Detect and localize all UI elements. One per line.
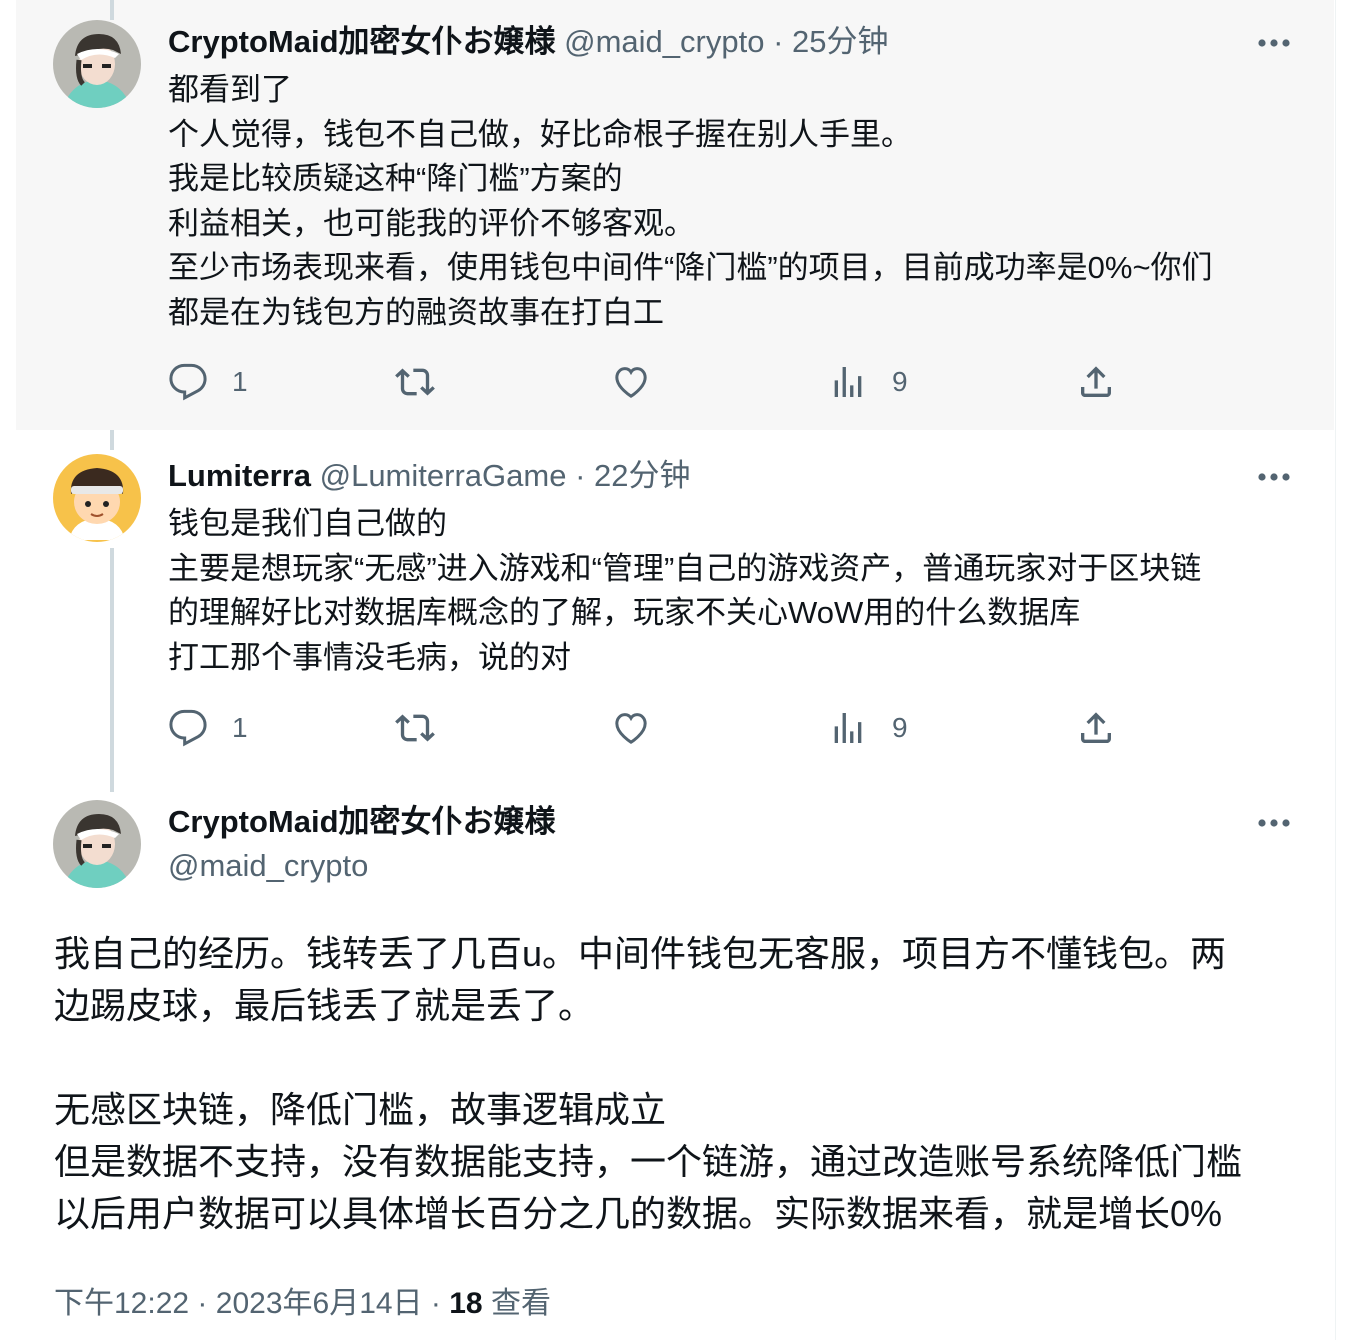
text-line: 边踢皮球，最后钱丢了就是丢了。: [54, 985, 595, 1026]
tweet-header: CryptoMaid加密女仆お嬢様 @maid_crypto · 25分钟: [168, 20, 889, 64]
handle[interactable]: @LumiterraGame: [320, 458, 567, 493]
more-icon[interactable]: [1252, 455, 1296, 499]
reply-button[interactable]: 1: [168, 703, 248, 753]
like-icon: [615, 367, 647, 398]
share-icon: [1081, 712, 1111, 743]
main-tweet-text: 我自己的经历。钱转丢了几百u。中间件钱包无客服，项目方不懂钱包。两 边踢皮球，最…: [54, 928, 1242, 1240]
tweet-meta: 下午12:22 · 2023年6月14日 · 18 查看: [54, 1284, 551, 1324]
share-button[interactable]: [1076, 703, 1116, 753]
views-button[interactable]: 9: [828, 703, 908, 753]
like-button[interactable]: [611, 703, 651, 753]
like-button[interactable]: [611, 357, 651, 407]
views-count: 18: [449, 1287, 483, 1320]
separator: ·: [773, 24, 784, 59]
reply-count: 1: [232, 366, 248, 397]
more-icon[interactable]: [1252, 21, 1296, 65]
reply-tweet-2[interactable]: Lumiterra @LumiterraGame · 22分钟 钱包是我们自己做…: [16, 430, 1334, 792]
text-line: 我自己的经历。钱转丢了几百u。中间件钱包无客服，项目方不懂钱包。两: [54, 933, 1227, 974]
text-line: 个人觉得，钱包不自己做，好比命根子握在别人手里。: [168, 116, 912, 152]
post-date[interactable]: 2023年6月14日: [216, 1287, 423, 1320]
separator: ·: [197, 1287, 208, 1320]
display-name[interactable]: CryptoMaid加密女仆お嬢様: [168, 24, 556, 59]
text-line: 打工那个事情没毛病，说的对: [168, 639, 571, 675]
views-count: 9: [892, 712, 908, 743]
text-line: 的理解好比对数据库概念的了解，玩家不关心WoW用的什么数据库: [168, 595, 1081, 630]
text-line: 至少市场表现来看，使用钱包中间件“降门槛”的项目，目前成功率是0%~你们: [168, 250, 1213, 285]
handle[interactable]: @maid_crypto: [564, 24, 764, 59]
separator: ·: [575, 458, 586, 493]
text-line: [54, 1032, 1242, 1084]
text-line: 无感区块链，降低门槛，故事逻辑成立: [54, 1089, 667, 1130]
timestamp[interactable]: 22分钟: [594, 458, 690, 493]
reply-icon: [169, 363, 207, 401]
text-line: 但是数据不支持，没有数据能支持，一个链游，通过改造账号系统降低门槛: [54, 1141, 1243, 1182]
more-icon[interactable]: [1252, 801, 1296, 845]
retweet-button[interactable]: [395, 703, 435, 753]
text-line: 钱包是我们自己做的: [168, 506, 447, 541]
display-name[interactable]: Lumiterra: [168, 458, 311, 493]
thread-line: [110, 548, 114, 792]
retweet-button[interactable]: [395, 357, 435, 407]
share-button[interactable]: [1076, 357, 1116, 407]
handle[interactable]: @maid_crypto: [168, 844, 556, 888]
text-line: 主要是想玩家“无感”进入游戏和“管理”自己的游戏资产，普通玩家对于区块链: [168, 550, 1202, 586]
tweet-header: Lumiterra @LumiterraGame · 22分钟: [168, 454, 691, 498]
separator: ·: [430, 1287, 441, 1320]
text-line: 都看到了: [168, 72, 292, 107]
lumiterra-avatar[interactable]: [53, 454, 141, 542]
views-icon: [834, 367, 862, 397]
maid-avatar[interactable]: [53, 20, 141, 108]
share-icon: [1081, 366, 1111, 397]
reply-icon: [169, 709, 207, 747]
text-line: 都是在为钱包方的融资故事在打白工: [168, 294, 664, 330]
action-bar: 1 9: [168, 357, 1128, 407]
display-name[interactable]: CryptoMaid加密女仆お嬢様: [168, 800, 556, 844]
retweet-icon: [395, 714, 435, 742]
text-line: 我是比较质疑这种“降门槛”方案的: [168, 161, 623, 196]
tweet-header: CryptoMaid加密女仆お嬢様 @maid_crypto: [168, 800, 556, 888]
main-tweet: CryptoMaid加密女仆お嬢様 @maid_crypto 我自己的经历。钱转…: [16, 792, 1334, 1340]
maid-avatar[interactable]: [53, 800, 141, 888]
views-count: 9: [892, 366, 908, 397]
views-label: 查看: [490, 1287, 551, 1320]
timestamp[interactable]: 25分钟: [792, 24, 888, 59]
views-icon: [834, 713, 862, 743]
text-line: 以后用户数据可以具体增长百分之几的数据。实际数据来看，就是增长0%: [54, 1193, 1223, 1234]
reply-button[interactable]: 1: [168, 357, 248, 407]
like-icon: [615, 713, 647, 744]
action-bar: 1 9: [168, 703, 1128, 753]
thread-line: [110, 0, 114, 20]
views-button[interactable]: 9: [828, 357, 908, 407]
tweet-text: 钱包是我们自己做的 主要是想玩家“无感”进入游戏和“管理”自己的游戏资产，普通玩…: [168, 502, 1201, 680]
post-time[interactable]: 下午12:22: [54, 1287, 189, 1320]
reply-count: 1: [232, 712, 248, 743]
reply-tweet-1[interactable]: CryptoMaid加密女仆お嬢様 @maid_crypto · 25分钟 都看…: [16, 0, 1334, 430]
thread-line: [110, 430, 114, 450]
tweet-text: 都看到了 个人觉得，钱包不自己做，好比命根子握在别人手里。 我是比较质疑这种“降…: [168, 68, 1213, 335]
retweet-icon: [395, 368, 435, 396]
text-line: 利益相关，也可能我的评价不够客观。: [168, 205, 695, 241]
